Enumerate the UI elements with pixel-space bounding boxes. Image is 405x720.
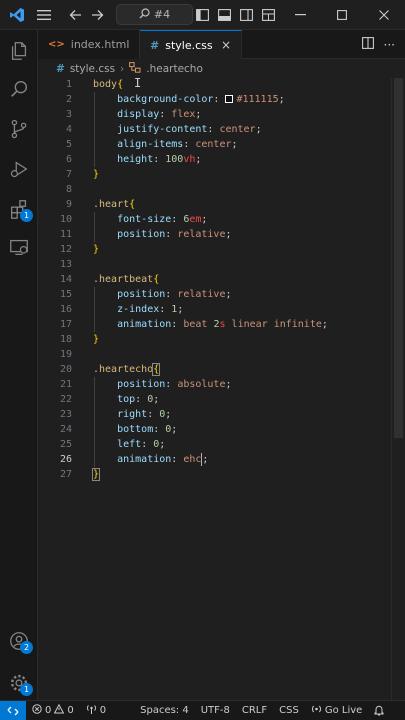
search-icon <box>139 7 150 22</box>
status-bar: 0 0 0 Spaces: 4 UTF-8 CRLF CSS Go Live <box>0 700 405 720</box>
command-center-search[interactable]: #4 <box>116 4 193 25</box>
symbol-class-icon <box>129 61 141 76</box>
extensions-badge: 1 <box>20 209 33 222</box>
go-live-label: Go Live <box>324 705 363 716</box>
breadcrumb: # style.css › .heartecho <box>38 59 405 78</box>
close-window-button[interactable] <box>363 0 405 30</box>
code-line: 24 bottom: 0; <box>59 424 178 435</box>
encoding-indicator[interactable]: UTF-8 <box>195 701 236 720</box>
accounts-badge: 2 <box>20 641 33 654</box>
split-editor-icon[interactable] <box>361 37 374 52</box>
mouse-ibeam-icon: I <box>134 76 142 90</box>
broadcast-icon <box>311 704 322 717</box>
code-line: 19 <box>59 349 72 360</box>
code-line: 5 align-items: center; <box>65 139 238 150</box>
scrollbar-thumb[interactable] <box>394 78 403 438</box>
code-line: 7} <box>65 169 100 180</box>
forward-arrow-icon[interactable] <box>86 0 108 30</box>
back-arrow-icon[interactable] <box>64 0 86 30</box>
code-line: 25 left: 0; <box>59 439 166 450</box>
explorer-icon[interactable] <box>0 32 38 70</box>
source-control-icon[interactable] <box>0 110 38 148</box>
html-file-icon: <> <box>48 39 65 50</box>
customize-layout-icon[interactable] <box>257 0 279 30</box>
radio-tower-icon <box>86 704 97 717</box>
breadcrumb-symbol[interactable]: .heartecho <box>146 63 203 75</box>
code-line: 22 top: 0; <box>59 394 160 405</box>
code-line: 1 body{ <box>65 79 124 90</box>
ports-count: 0 <box>99 705 107 716</box>
editor-tabs: <> index.html # style.css × ··· <box>38 30 405 59</box>
problems-indicator[interactable]: 0 0 <box>26 701 80 720</box>
code-line: 14 .heartbeat{ <box>59 274 160 285</box>
editor-scrollbar[interactable] <box>391 78 405 700</box>
error-icon <box>32 704 42 717</box>
code-line: 11 position: relative; <box>59 229 232 240</box>
code-line: 18} <box>59 334 100 345</box>
code-editor[interactable]: 1 body{ 2 background-color: #111115; 3 di… <box>38 76 405 700</box>
notifications-bell-icon[interactable] <box>368 701 390 720</box>
command-center-label: #4 <box>153 8 171 21</box>
code-line: 8 <box>65 184 72 195</box>
eol-indicator[interactable]: CRLF <box>236 701 273 720</box>
code-line: 17 animation: beat 2s linear infinite; <box>59 319 328 330</box>
settings-badge: 1 <box>20 683 33 696</box>
ports-indicator[interactable]: 0 <box>80 701 112 720</box>
warning-icon <box>54 703 65 717</box>
breadcrumb-file[interactable]: style.css <box>70 63 115 75</box>
code-line: 6 height: 100vh; <box>65 154 202 165</box>
tab-index-html[interactable]: <> index.html <box>38 30 140 59</box>
title-bar: #4 <box>0 0 405 30</box>
minimize-button[interactable] <box>279 0 321 30</box>
tab-label: index.html <box>70 38 130 51</box>
warning-count: 0 <box>67 705 74 716</box>
maximize-button[interactable] <box>321 0 363 30</box>
code-line: 15 position: relative; <box>59 289 232 300</box>
code-line: 13 <box>59 259 72 270</box>
breadcrumb-separator: › <box>120 62 125 75</box>
code-line: 3 display: flex; <box>65 109 202 120</box>
code-line: 4 justify-content: center; <box>65 124 262 135</box>
code-line: 20 .heartecho{ <box>59 363 161 376</box>
activity-bar: 1 2 1 <box>0 30 38 700</box>
layout-panel-icon[interactable] <box>213 0 235 30</box>
error-count: 0 <box>45 705 52 716</box>
layout-secondary-sidebar-icon[interactable] <box>235 0 257 30</box>
code-line: 21 position: absolute; <box>59 379 232 390</box>
indentation-indicator[interactable]: Spaces: 4 <box>134 701 195 720</box>
css-file-icon: # <box>56 62 65 75</box>
remote-indicator-icon[interactable] <box>0 700 26 720</box>
code-line: 10 font-size: 6em; <box>59 214 208 225</box>
more-actions-icon[interactable]: ··· <box>384 38 395 52</box>
accounts-icon[interactable]: 2 <box>0 622 38 660</box>
tab-style-css[interactable]: # style.css × <box>140 30 242 59</box>
menu-icon[interactable] <box>34 0 54 30</box>
extensions-icon[interactable]: 1 <box>0 190 38 228</box>
code-line: 27} <box>59 468 101 481</box>
css-file-icon: # <box>150 38 160 52</box>
code-line-current: 26 animation: ehc; <box>59 452 209 466</box>
code-line: 9 .heart{ <box>65 199 136 210</box>
go-live-button[interactable]: Go Live <box>305 701 368 720</box>
run-debug-icon[interactable] <box>0 150 38 188</box>
close-tab-icon[interactable]: × <box>221 38 231 52</box>
color-swatch[interactable] <box>225 95 234 103</box>
code-line: 12} <box>59 244 100 255</box>
code-line: 23 right: 0; <box>59 409 172 420</box>
code-line: 16 z-index: 1; <box>59 304 184 315</box>
language-indicator[interactable]: CSS <box>273 701 305 720</box>
manage-gear-icon[interactable]: 1 <box>0 664 38 702</box>
tab-label: style.css <box>165 38 213 52</box>
search-icon[interactable] <box>0 70 38 108</box>
vscode-logo-icon <box>0 0 34 30</box>
remote-explorer-icon[interactable] <box>0 228 38 266</box>
code-line: 2 background-color: #111115; <box>65 94 285 105</box>
layout-sidebar-icon[interactable] <box>191 0 213 30</box>
